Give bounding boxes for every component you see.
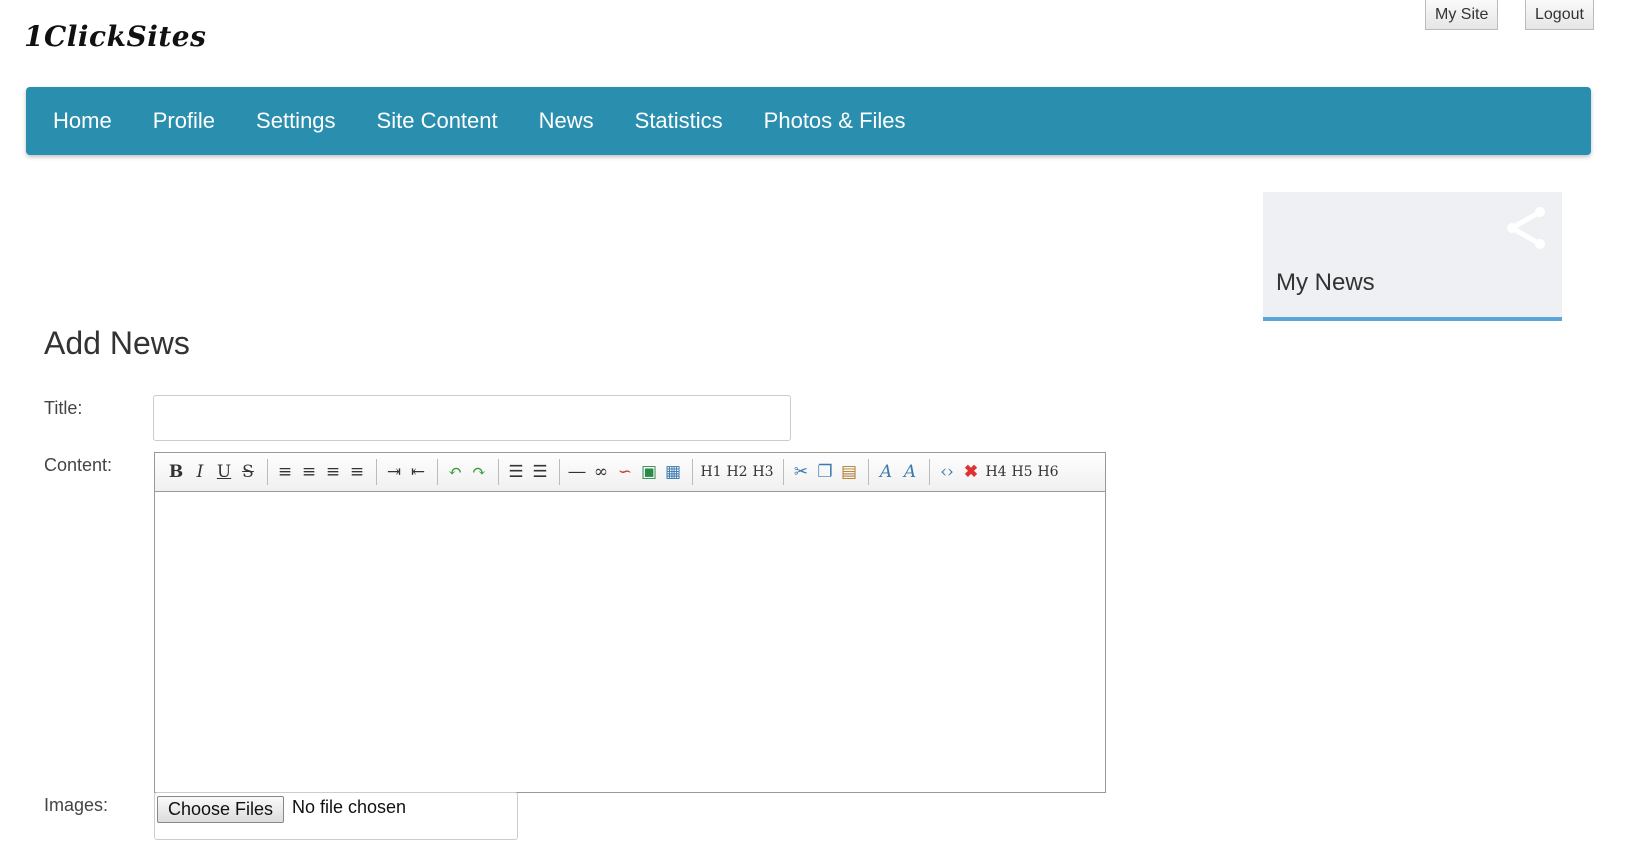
heading-5-button[interactable]: H5 <box>1010 460 1034 484</box>
image-icon[interactable]: ▣ <box>638 460 660 484</box>
nav-statistics[interactable]: Statistics <box>635 108 723 134</box>
heading-2-button[interactable]: H2 <box>725 460 749 484</box>
toolbar-divider <box>437 459 438 485</box>
link-icon[interactable]: ∞ <box>590 460 612 484</box>
italic-button[interactable]: I <box>189 460 211 484</box>
heading-3-button[interactable]: H3 <box>751 460 775 484</box>
nav-news[interactable]: News <box>539 108 594 134</box>
title-input[interactable] <box>153 395 791 441</box>
nav-settings[interactable]: Settings <box>256 108 336 134</box>
choose-files-button[interactable]: Choose Files <box>157 796 285 823</box>
unlink-icon[interactable]: ∽ <box>614 460 636 484</box>
clear-format-icon[interactable]: A <box>899 460 921 484</box>
paste-icon[interactable]: ▤ <box>838 460 860 484</box>
copy-icon[interactable]: ❐ <box>814 460 836 484</box>
content-label: Content: <box>44 455 113 475</box>
toolbar-divider <box>783 459 784 485</box>
file-status-text: No file chosen <box>292 797 407 817</box>
strikethrough-button[interactable]: S <box>237 460 259 484</box>
ordered-list-icon[interactable]: ☰ <box>505 460 527 484</box>
nav-profile[interactable]: Profile <box>153 108 215 134</box>
editor-toolbar: B I U S ≡ ≡ ≡ ≡ ⇥ ⇤ ↶ ↷ ☰ ☰ ― ∞ ∽ ▣ ▦ H1… <box>155 453 1105 492</box>
align-right-icon[interactable]: ≡ <box>322 460 344 484</box>
undo-icon[interactable]: ↶ <box>444 460 466 484</box>
underline-button[interactable]: U <box>213 460 235 484</box>
logout-button[interactable]: Logout <box>1525 0 1594 30</box>
toolbar-divider <box>559 459 560 485</box>
toolbar-divider <box>498 459 499 485</box>
remove-icon[interactable]: ✖ <box>960 460 982 484</box>
toolbar-divider <box>376 459 377 485</box>
nav-home[interactable]: Home <box>53 108 112 134</box>
heading-6-button[interactable]: H6 <box>1036 460 1060 484</box>
nav-site-content[interactable]: Site Content <box>377 108 498 134</box>
indent-icon[interactable]: ⇥ <box>383 460 405 484</box>
editor-content-area[interactable] <box>155 492 1105 792</box>
horizontal-rule-icon[interactable]: ― <box>566 460 588 484</box>
table-icon[interactable]: ▦ <box>662 460 684 484</box>
bold-button[interactable]: B <box>165 460 187 484</box>
images-label: Images: <box>44 795 109 815</box>
title-label: Title: <box>44 398 83 418</box>
font-color-icon[interactable]: A <box>875 460 897 484</box>
page-title: Add News <box>44 325 190 361</box>
nav-photos-files[interactable]: Photos & Files <box>764 108 906 134</box>
widget-title: My News <box>1276 269 1375 296</box>
cut-icon[interactable]: ✂ <box>790 460 812 484</box>
outdent-icon[interactable]: ⇤ <box>407 460 429 484</box>
align-justify-icon[interactable]: ≡ <box>346 460 368 484</box>
file-upload-field: Choose Files No file chosen <box>154 792 518 840</box>
align-center-icon[interactable]: ≡ <box>298 460 320 484</box>
toolbar-divider <box>267 459 268 485</box>
toolbar-divider <box>929 459 930 485</box>
source-code-icon[interactable]: ‹› <box>936 460 958 484</box>
heading-4-button[interactable]: H4 <box>984 460 1008 484</box>
toolbar-divider <box>692 459 693 485</box>
unordered-list-icon[interactable]: ☰ <box>529 460 551 484</box>
heading-1-button[interactable]: H1 <box>699 460 723 484</box>
site-logo: 1ClickSites <box>24 20 207 53</box>
toolbar-divider <box>868 459 869 485</box>
my-news-widget[interactable]: My News <box>1263 192 1562 321</box>
redo-icon[interactable]: ↷ <box>468 460 490 484</box>
my-site-button[interactable]: My Site <box>1425 0 1499 30</box>
share-icon <box>1507 207 1545 249</box>
rich-text-editor: B I U S ≡ ≡ ≡ ≡ ⇥ ⇤ ↶ ↷ ☰ ☰ ― ∞ ∽ ▣ ▦ H1… <box>154 452 1106 793</box>
main-navbar: Home Profile Settings Site Content News … <box>26 87 1591 155</box>
align-left-icon[interactable]: ≡ <box>274 460 296 484</box>
